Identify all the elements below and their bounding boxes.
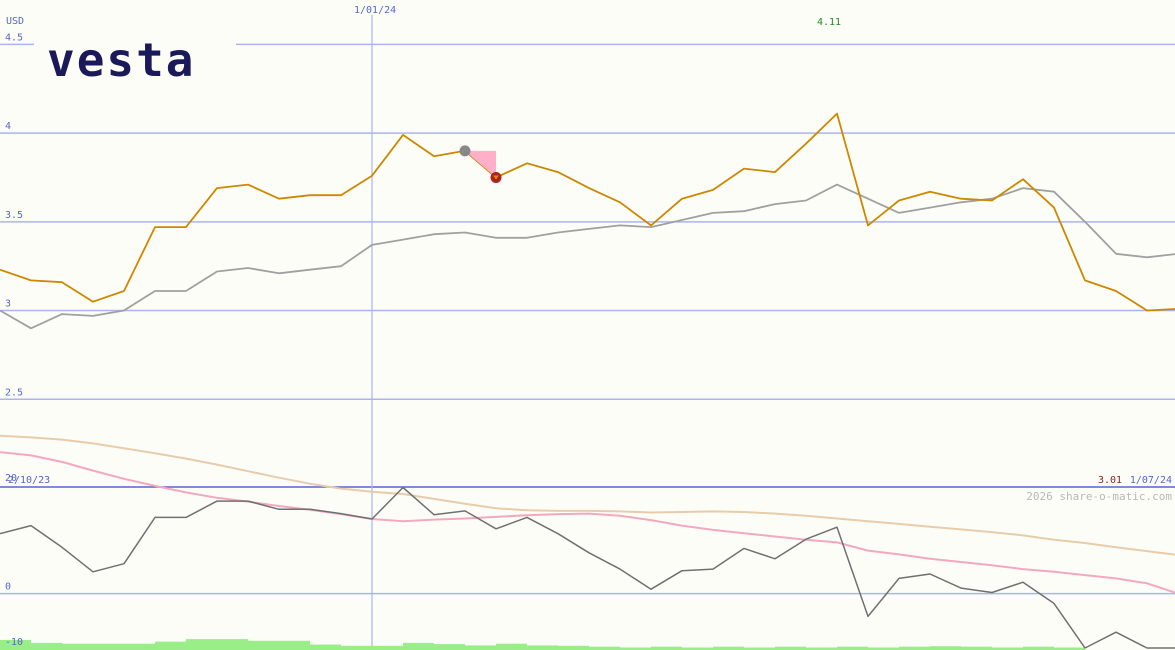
oscillator-tick-label: -10 xyxy=(5,637,23,648)
volume-bar xyxy=(217,639,248,650)
volume-bar xyxy=(155,641,186,650)
volume-bar xyxy=(589,646,620,650)
volume-bar xyxy=(1023,646,1054,650)
volume-bar xyxy=(837,646,868,650)
currency-label: USD xyxy=(6,16,24,27)
price-chart: 2.533.544.5-10020 USD 1/01/24 4.11 2/10/… xyxy=(0,0,1175,650)
volume-bar xyxy=(372,645,403,650)
volume-bar xyxy=(930,646,961,650)
price-tick-label: 2.5 xyxy=(5,387,23,398)
volume-bar xyxy=(124,643,155,650)
price-tick-label: 4.5 xyxy=(5,32,23,43)
copyright-label: 2026 share-o-matic.com xyxy=(1026,490,1172,503)
end-date-label: 1/07/24 xyxy=(1130,475,1172,486)
volume-bar xyxy=(713,646,744,650)
volume-bar xyxy=(465,645,496,650)
volume-bar xyxy=(279,640,310,650)
date-marker-label: 1/01/24 xyxy=(354,5,396,16)
price-tick-label: 4 xyxy=(5,121,11,132)
volume-bar xyxy=(961,646,992,650)
volume-bar xyxy=(527,645,558,650)
volume-bar xyxy=(186,639,217,650)
volume-bar xyxy=(31,642,62,650)
trade-start-marker xyxy=(459,145,471,157)
volume-bar xyxy=(775,646,806,650)
volume-bar xyxy=(341,645,372,650)
volume-bar xyxy=(62,643,93,650)
volume-bar xyxy=(310,644,341,650)
last-price-label: 3.01 xyxy=(1098,475,1122,486)
max-price-label: 4.11 xyxy=(817,17,841,28)
oscillator-tick-label: 0 xyxy=(5,582,11,593)
volume-bar xyxy=(93,643,124,650)
volume-bar xyxy=(434,644,465,650)
volume-bar xyxy=(496,643,527,650)
price-tick-label: 3 xyxy=(5,299,11,310)
volume-bar xyxy=(651,646,682,650)
volume-bar xyxy=(403,642,434,650)
vesta-logo: vesta xyxy=(47,33,195,87)
volume-bar xyxy=(558,645,589,650)
volume-bar xyxy=(248,640,279,650)
price-tick-label: 3.5 xyxy=(5,210,23,221)
volume-bar xyxy=(899,646,930,650)
start-date-label: 2/10/23 xyxy=(8,475,50,486)
